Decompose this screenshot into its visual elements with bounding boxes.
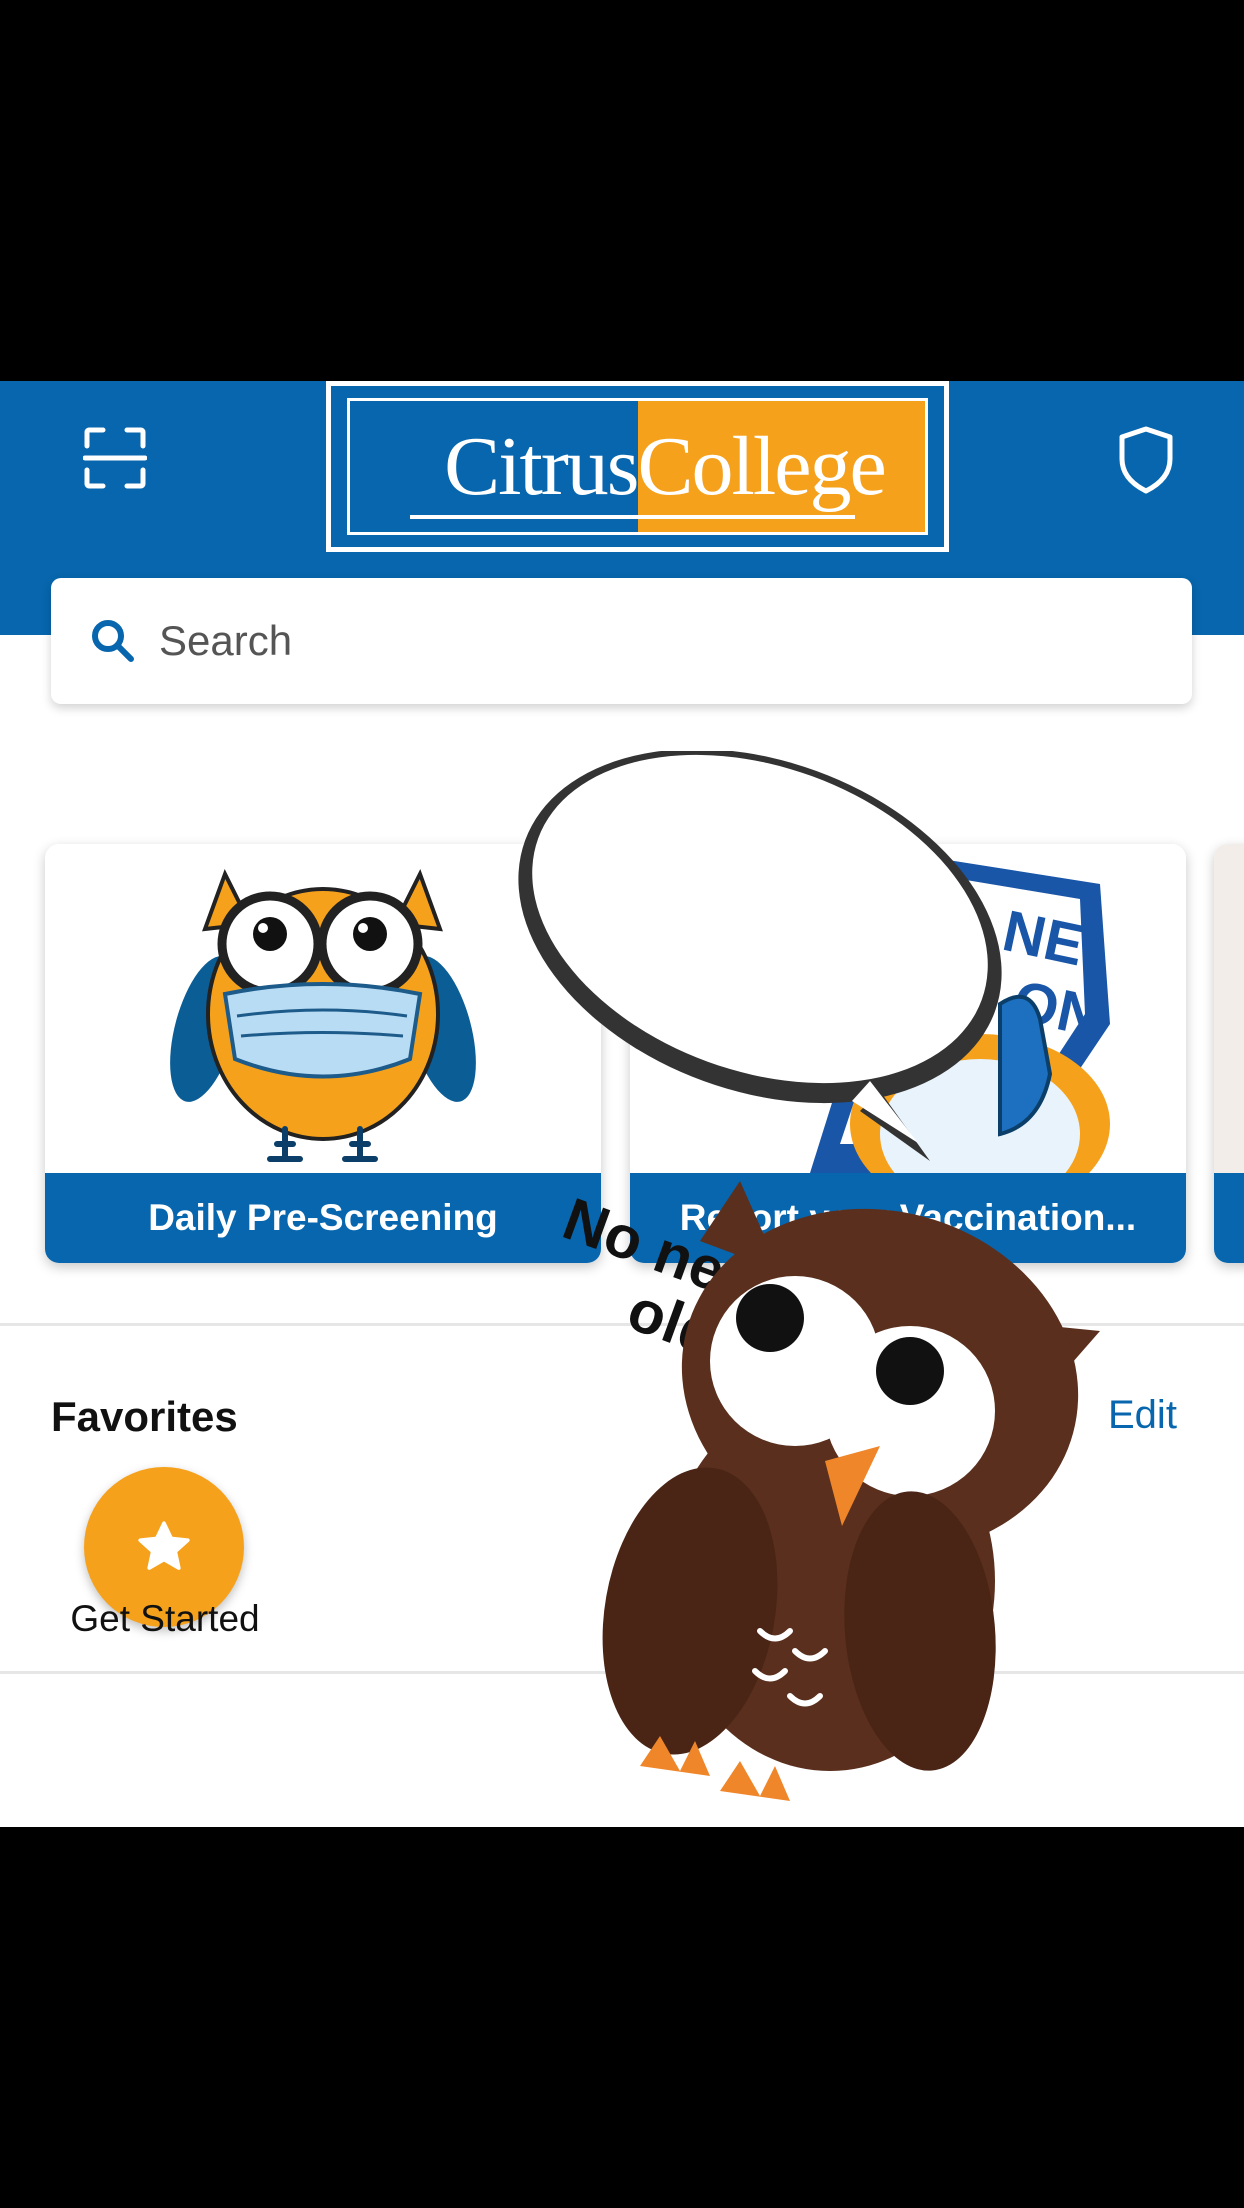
favorites-title: Favorites [51, 1393, 238, 1440]
card-partial-next[interactable] [1214, 844, 1244, 1263]
citrus-college-logo: Citrus College [326, 381, 949, 552]
star-icon [134, 1517, 194, 1577]
speech-bubble-sticker [500, 748, 1020, 1171]
app-screen: Citrus College Search Daily Pre-Screenin… [0, 381, 1244, 1827]
search-bar[interactable] [51, 578, 1192, 704]
logo-word-left: Citrus [444, 419, 639, 513]
card-label-partial [1214, 1173, 1244, 1263]
brown-owl-sticker [580, 1181, 1120, 1821]
search-input[interactable] [157, 616, 1061, 666]
card-photo [1214, 844, 1244, 1173]
logo-word-right: College [637, 419, 887, 513]
search-icon [89, 617, 137, 665]
get-started-label: Get Started [70, 1598, 260, 1639]
scan-icon[interactable] [80, 423, 150, 493]
card-label: Daily Pre-Screening [45, 1173, 601, 1263]
shield-icon[interactable] [1110, 421, 1182, 499]
logo-underline [410, 515, 855, 519]
